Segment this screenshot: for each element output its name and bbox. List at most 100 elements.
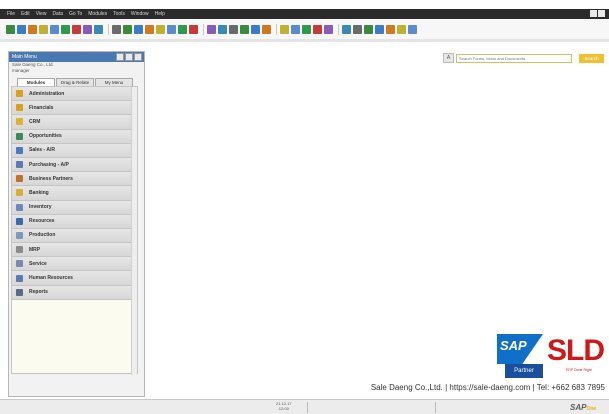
export-icon[interactable]	[39, 24, 48, 34]
module-item-human-resources[interactable]: Human Resources	[12, 271, 137, 286]
minimize-panel-icon[interactable]	[116, 53, 124, 61]
module-item-label: Opportunities	[29, 133, 62, 140]
menu-help[interactable]: Help	[155, 11, 165, 17]
search-button[interactable]: Search	[579, 53, 604, 63]
base-document-icon[interactable]	[207, 24, 216, 34]
previous-record-icon[interactable]	[145, 24, 154, 34]
sort-icon[interactable]	[189, 24, 198, 34]
module-item-financials[interactable]: Financials	[12, 101, 137, 116]
sld-tagline: ERP Done Right	[566, 368, 592, 372]
reports-icon	[16, 288, 23, 296]
target-document-icon[interactable]	[218, 24, 227, 34]
payment-icon[interactable]	[251, 24, 260, 34]
maximize-panel-icon[interactable]	[125, 53, 133, 61]
window-controls	[590, 10, 605, 17]
module-item-purchasing-a-p[interactable]: Purchasing - A/P	[12, 157, 137, 173]
module-item-reports[interactable]: Reports	[12, 285, 137, 300]
sap-partner-logo: SAP Partner	[497, 334, 543, 378]
menu-tools[interactable]: Tools	[113, 11, 125, 17]
menu-window[interactable]: Window	[131, 11, 149, 17]
main-menu-panel: Main Menu Sale Daeng Co., Ltd. manager M…	[8, 51, 145, 397]
status-divider	[435, 402, 436, 413]
sales-icon	[16, 146, 23, 154]
production-icon	[16, 231, 23, 239]
search-icon[interactable]: A	[443, 53, 454, 63]
toolbar-separator	[203, 23, 204, 35]
module-item-label: Financials	[29, 104, 54, 111]
module-item-inventory[interactable]: Inventory	[12, 200, 137, 215]
module-item-production[interactable]: Production	[12, 228, 137, 244]
excel-icon[interactable]	[61, 24, 70, 34]
menu-data[interactable]: Data	[52, 11, 63, 17]
module-item-resources[interactable]: Resources	[12, 214, 137, 229]
layout-designer-icon[interactable]	[342, 24, 351, 34]
module-item-label: Resources	[29, 218, 55, 225]
module-item-label: Administration	[29, 90, 65, 97]
sap-business-one-logo-suffix: One	[586, 406, 597, 412]
financials-icon	[16, 104, 23, 112]
module-item-label: Sales - A/R	[29, 147, 55, 154]
module-item-administration[interactable]: Administration	[12, 87, 137, 102]
query-manager-icon[interactable]	[353, 24, 362, 34]
module-item-label: Business Partners	[29, 175, 73, 182]
main-menu-title-bar: Main Menu	[9, 52, 144, 62]
add-icon[interactable]	[123, 24, 132, 34]
sap-logo-block: SAP	[497, 334, 543, 364]
word-icon[interactable]	[50, 24, 59, 34]
toolbar	[0, 19, 609, 39]
toolbar-separator	[108, 23, 109, 35]
pdf-icon[interactable]	[72, 24, 81, 34]
form-settings-icon[interactable]	[280, 24, 289, 34]
tab-modules[interactable]: Modules	[17, 78, 55, 86]
menu-view[interactable]: View	[36, 11, 47, 17]
alert-icon[interactable]	[397, 24, 406, 34]
search-input[interactable]	[456, 53, 572, 63]
user-name: manager	[12, 68, 30, 73]
globe-icon[interactable]	[386, 24, 395, 34]
menu-edit[interactable]: Edit	[21, 11, 30, 17]
menu-goto[interactable]: Go To	[69, 11, 82, 17]
restore-window-icon[interactable]	[590, 10, 597, 17]
module-item-business-partners[interactable]: Business Partners	[12, 172, 137, 187]
menu-modules[interactable]: Modules	[88, 11, 107, 17]
print-preview-icon[interactable]	[17, 24, 26, 34]
tab-my-menu[interactable]: My Menu	[95, 78, 133, 86]
sld-logo-text: SLD	[547, 334, 605, 367]
calculator-icon[interactable]	[364, 24, 373, 34]
email-icon[interactable]	[28, 24, 37, 34]
more-icon[interactable]	[408, 24, 417, 34]
user-icon[interactable]	[302, 24, 311, 34]
module-item-service[interactable]: Service	[12, 257, 137, 272]
calendar-icon[interactable]	[324, 24, 333, 34]
settings-icon[interactable]	[262, 24, 271, 34]
human-resources-icon	[16, 274, 23, 282]
print-icon[interactable]	[6, 24, 15, 34]
panel-window-controls	[116, 53, 142, 61]
tab-drag-relate[interactable]: Drag & Relate	[56, 78, 94, 86]
gross-profit-icon[interactable]	[229, 24, 238, 34]
main-menu-tabs: Modules Drag & Relate My Menu	[9, 78, 144, 86]
module-item-label: Inventory	[29, 204, 52, 211]
launch-icon[interactable]	[83, 24, 92, 34]
module-item-label: Service	[29, 260, 47, 267]
resources-icon	[16, 217, 23, 225]
module-item-mrp[interactable]: MRP	[12, 243, 137, 258]
menu-file[interactable]: File	[7, 11, 15, 17]
next-record-icon[interactable]	[156, 24, 165, 34]
module-item-crm[interactable]: CRM	[12, 115, 137, 130]
journal-icon[interactable]	[240, 24, 249, 34]
filter-icon[interactable]	[94, 24, 103, 34]
first-record-icon[interactable]	[134, 24, 143, 34]
last-record-icon[interactable]	[167, 24, 176, 34]
module-list-scrollbar[interactable]	[131, 87, 137, 375]
messages-icon[interactable]	[313, 24, 322, 34]
refresh-icon[interactable]	[178, 24, 187, 34]
lock-icon[interactable]	[291, 24, 300, 34]
help-icon[interactable]	[375, 24, 384, 34]
module-item-opportunities[interactable]: Opportunities	[12, 129, 137, 144]
module-item-sales-a-r[interactable]: Sales - A/R	[12, 143, 137, 158]
module-item-banking[interactable]: Banking	[12, 186, 137, 201]
find-icon[interactable]	[112, 24, 121, 34]
close-panel-icon[interactable]	[134, 53, 142, 61]
close-window-icon[interactable]	[598, 10, 605, 17]
